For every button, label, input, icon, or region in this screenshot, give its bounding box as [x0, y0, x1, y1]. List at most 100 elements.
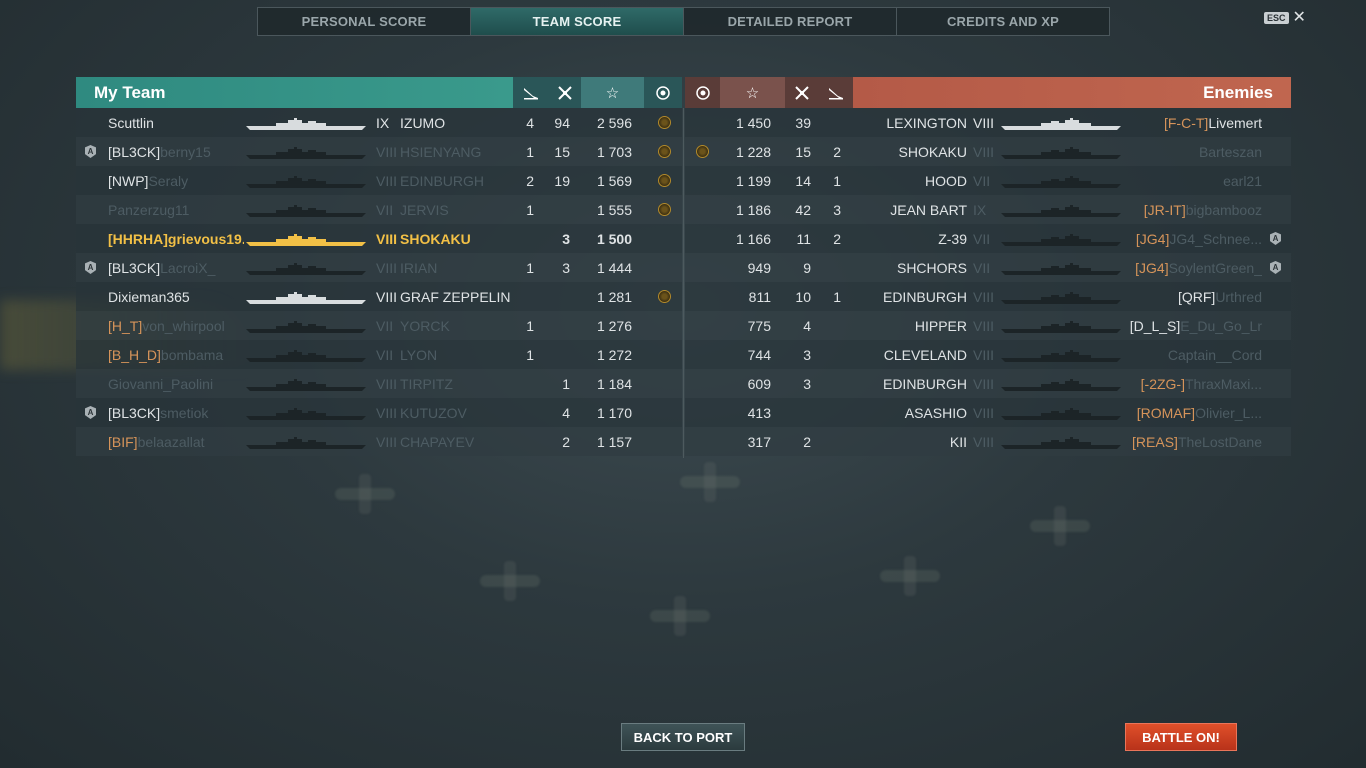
star-icon: ☆: [720, 77, 785, 108]
table-row[interactable]: [BIF]belaazallat VIII CHAPAYEV 2 1 157: [76, 427, 682, 456]
tab-team-score[interactable]: TEAM SCORE: [471, 8, 684, 35]
back-to-port-button[interactable]: BACK TO PORT: [621, 723, 745, 751]
medal-icon: [658, 174, 671, 187]
table-row[interactable]: [HHRHA]grievous19... VIIISHOKAKU 3 1 500: [76, 224, 682, 253]
table-row[interactable]: 949 9 SHCHORS VII [JG4]SoylentGreen_ A: [685, 253, 1291, 282]
battle-on-button[interactable]: BATTLE ON!: [1125, 723, 1237, 751]
table-row[interactable]: [B_H_D]bombama VII LYON 1 1 272: [76, 340, 682, 369]
ship-name: SHOKAKU: [400, 230, 471, 247]
table-row[interactable]: [H_T]von_whirpool VII YORCK 1 1 276: [76, 311, 682, 340]
ship-silhouette-icon: [246, 437, 366, 449]
torpedo-hits: 1: [526, 143, 534, 160]
medal-icon: [658, 290, 671, 303]
tab-credits-and-xp[interactable]: CREDITS AND XP: [897, 8, 1109, 35]
base-xp-score: 1 157: [596, 433, 632, 450]
planes-destroyed: 3: [803, 346, 811, 363]
ship-tier: VII: [973, 259, 991, 276]
table-row[interactable]: 609 3 EDINBURGH VIII [-2ZG-]ThraxMaxi...: [685, 369, 1291, 398]
clan-tag: [BL3CK]: [108, 259, 161, 276]
player-name: [D_L_S]E_Du_Go_Lr: [1125, 318, 1262, 334]
table-row[interactable]: 1 228 15 2 SHOKAKU VIII Barteszan: [685, 137, 1291, 166]
medal-icon: [696, 145, 709, 158]
table-row[interactable]: [NWP]Seraly VIII EDINBURGH 2 19 1 569: [76, 166, 682, 195]
shield-badge-icon: A: [1270, 232, 1281, 245]
player-name: [BL3CK]LacroiX_: [108, 260, 244, 276]
base-xp-score: 775: [747, 317, 771, 334]
clan-tag: [ROMAF]: [1136, 404, 1196, 421]
tab-personal-score[interactable]: PERSONAL SCORE: [258, 8, 471, 35]
table-row[interactable]: 775 4 HIPPER VIII [D_L_S]E_Du_Go_Lr: [685, 311, 1291, 340]
table-row[interactable]: Giovanni_Paolini VIII TIRPITZ 1 1 184: [76, 369, 682, 398]
esc-key-label: ESC: [1264, 12, 1289, 24]
ship-name: GRAF ZEPPELIN: [400, 288, 511, 305]
close-icon[interactable]: ✕: [1293, 10, 1306, 26]
ship-silhouette-icon: [1001, 234, 1121, 246]
planes-destroyed: 19: [554, 172, 570, 189]
planes-destroyed: 2: [803, 433, 811, 450]
ship-silhouette-icon: [1001, 205, 1121, 217]
player-name: Barteszan: [1125, 144, 1262, 160]
table-row[interactable]: 1 199 14 1 HOOD VII earl21: [685, 166, 1291, 195]
planes-destroyed: 15: [795, 143, 811, 160]
medal-icon: [658, 145, 671, 158]
team-divider: [683, 108, 684, 458]
table-row[interactable]: 1 186 42 3 JEAN BART IX [JR-IT]bigbambooz: [685, 195, 1291, 224]
table-row[interactable]: 744 3 CLEVELAND VIII Captain__Cord: [685, 340, 1291, 369]
player-name: [F-C-T]Livemert: [1125, 115, 1262, 131]
base-xp-score: 1 281: [596, 288, 632, 305]
table-row[interactable]: 1 450 39 LEXINGTON VIII [F-C-T]Livemert: [685, 108, 1291, 137]
table-row[interactable]: Dixieman365 VIII GRAF ZEPPELIN 1 281: [76, 282, 682, 311]
planes-destroyed: 14: [795, 172, 811, 189]
clan-tag: [JG4]: [1135, 230, 1170, 247]
clan-tag: [JG4]: [1135, 259, 1169, 276]
player-name: [QRF]Urthred: [1125, 289, 1262, 305]
ship-silhouette-icon: [246, 321, 366, 333]
ship-tier: VIII: [973, 433, 995, 450]
table-row[interactable]: Panzerzug11 VII JERVIS 1 1 555: [76, 195, 682, 224]
player-name: [NWP]Seraly: [108, 173, 244, 189]
my-team-title: My Team: [76, 77, 513, 108]
player-nickname: ThraxMaxi...: [1184, 375, 1262, 392]
table-row[interactable]: Scuttlin IX IZUMO 4 94 2 596: [76, 108, 682, 137]
ship-silhouette-icon: [1001, 321, 1121, 333]
tab-detailed-report[interactable]: DETAILED REPORT: [684, 8, 897, 35]
clan-tag: [F-C-T]: [1163, 114, 1209, 131]
player-nickname: Livemert: [1208, 114, 1262, 131]
ship-tier: VIII: [376, 172, 398, 189]
ship-name: ASASHIO: [904, 404, 967, 421]
player-nickname: LacroiX_: [160, 259, 216, 276]
ship-name: SHCHORS: [896, 259, 967, 276]
ship-name: KII: [949, 433, 967, 450]
table-row[interactable]: 317 2 KII VIII [REAS]TheLostDane: [685, 427, 1291, 456]
table-row[interactable]: 1 166 11 2 Z-39 VII [JG4]JG4_Schnee... A: [685, 224, 1291, 253]
table-row[interactable]: A [BL3CK]berny15 VIII HSIENYANG 1 15 1 703: [76, 137, 682, 166]
table-row[interactable]: 811 10 1 EDINBURGH VIII [QRF]Urthred: [685, 282, 1291, 311]
table-row[interactable]: A [BL3CK]LacroiX_ VIII IRIAN 1 3 1 444: [76, 253, 682, 282]
base-xp-score: 1 450: [735, 114, 771, 131]
base-xp-score: 609: [747, 375, 771, 392]
base-xp-score: 413: [747, 404, 771, 421]
torpedo-hits: 4: [526, 114, 534, 131]
ship-tier: VII: [973, 230, 991, 247]
background-plane: [650, 596, 710, 636]
player-name: earl21: [1125, 173, 1262, 189]
torpedo-hits: 2: [833, 230, 841, 247]
base-xp-score: 811: [748, 288, 771, 305]
base-xp-score: 949: [747, 259, 771, 276]
results-tabs: PERSONAL SCORE TEAM SCORE DETAILED REPOR…: [257, 7, 1110, 36]
planes-destroyed: 11: [796, 230, 811, 247]
player-nickname: Panzerzug11: [108, 201, 190, 218]
base-xp-score: 1 272: [596, 346, 632, 363]
shield-badge-icon: A: [85, 261, 96, 274]
torpedo-hits: 2: [833, 143, 841, 160]
enemies-rows: 1 450 39 LEXINGTON VIII [F-C-T]Livemert 1 228…: [685, 108, 1291, 456]
close-control[interactable]: ESC ✕: [1264, 10, 1306, 26]
my-team-header: My Team ☆: [76, 77, 682, 108]
player-name: [BIF]belaazallat: [108, 434, 244, 450]
shield-badge-icon: A: [85, 406, 96, 419]
base-xp-score: 1 703: [596, 143, 632, 160]
table-row[interactable]: A [BL3CK]smetiok VIII KUTUZOV 4 1 170: [76, 398, 682, 427]
table-row[interactable]: 413 ASASHIO VIII [ROMAF]Olivier_L...: [685, 398, 1291, 427]
planes-destroyed: 1: [562, 375, 570, 392]
enemies-header: ☆ Enemies: [685, 77, 1291, 108]
